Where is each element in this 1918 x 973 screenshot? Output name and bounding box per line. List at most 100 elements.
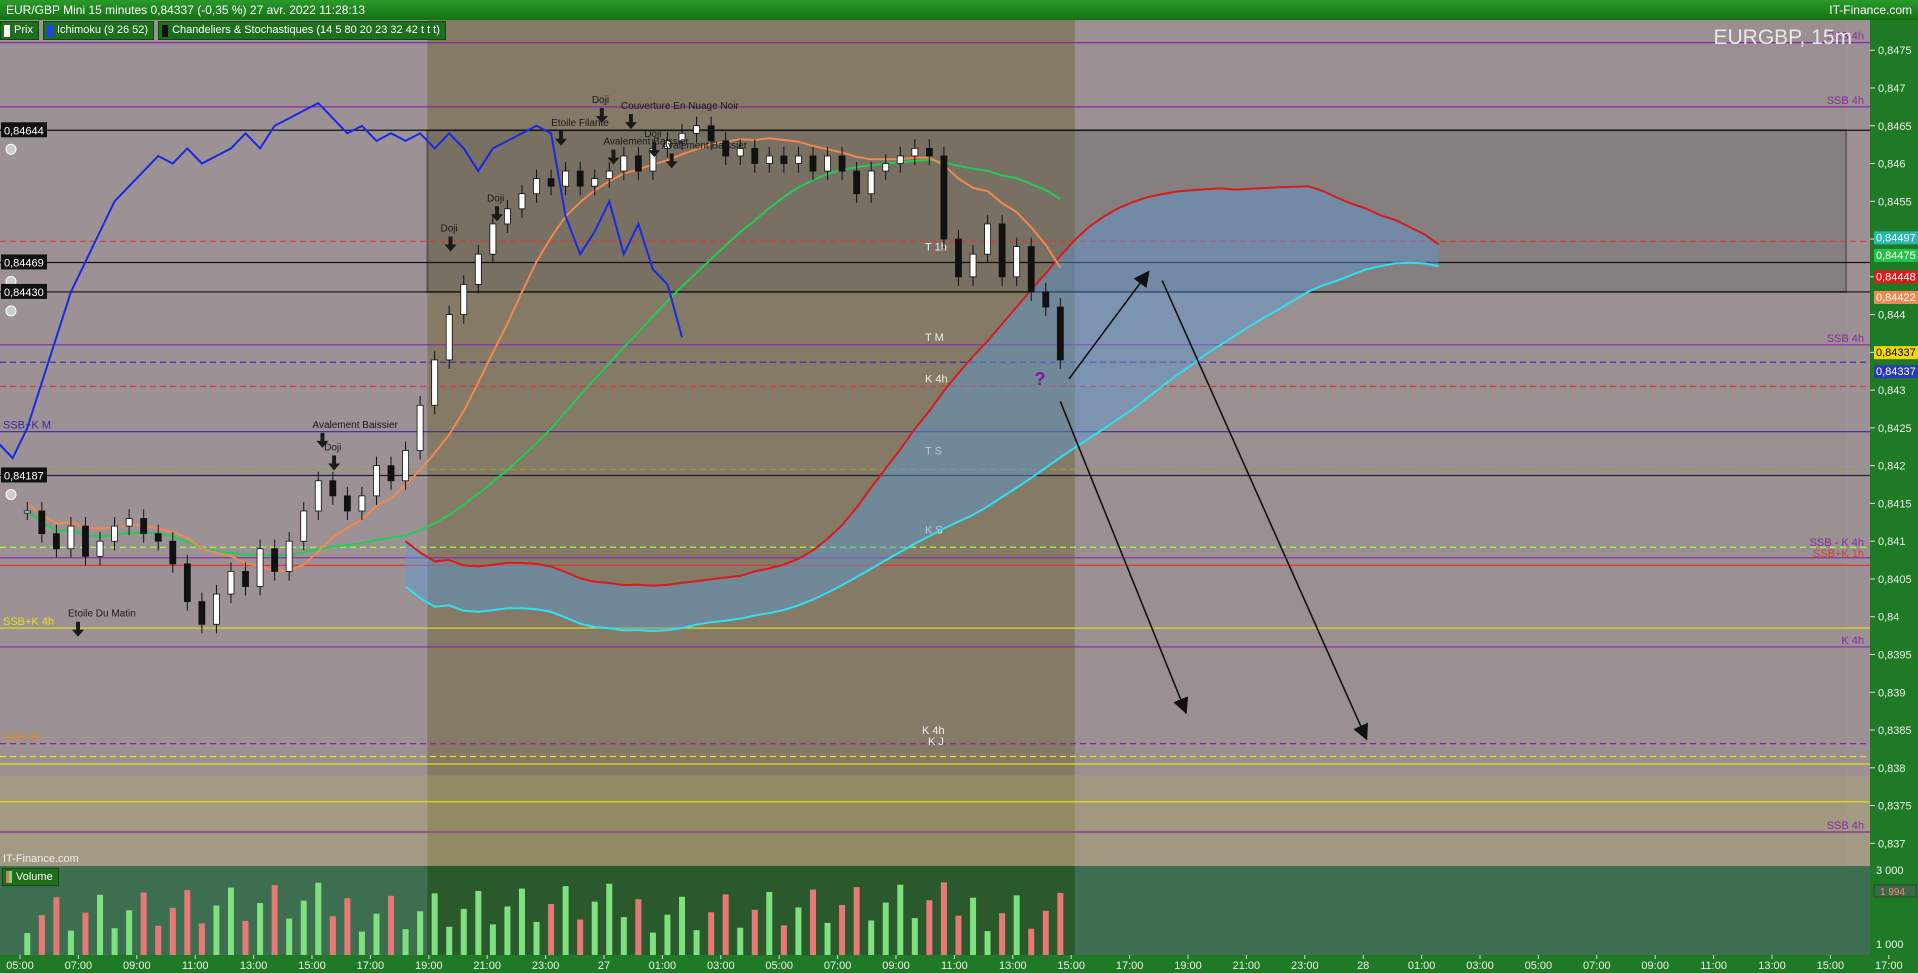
- candle-body: [474, 253, 482, 285]
- volume-bar: [562, 886, 569, 955]
- volume-bar: [751, 909, 758, 955]
- pattern-label: Etoile Du Matin: [68, 609, 136, 620]
- candle-body: [969, 253, 977, 278]
- candle-body: [693, 125, 700, 134]
- candle-body: [925, 148, 933, 157]
- legend-item-candles-stoch[interactable]: Chandeliers & Stochastiques (14 5 80 20 …: [158, 21, 446, 40]
- candle-body: [445, 314, 453, 361]
- pattern-label: Couverture En Nuage Noir: [621, 101, 740, 112]
- volume-bar: [140, 892, 147, 955]
- level-label: SSB 4h: [3, 732, 40, 744]
- price-tick-label: 0,8395: [1878, 650, 1912, 662]
- time-tick-label: 05:00: [1525, 960, 1553, 972]
- time-tick-label: 11:00: [941, 960, 968, 972]
- candle-body: [67, 525, 75, 550]
- price-tick-label: 0,843: [1878, 385, 1906, 397]
- time-tick-label: 15:00: [1817, 960, 1845, 972]
- volume-bar: [271, 885, 278, 955]
- volume-legend-label: Volume: [16, 871, 53, 883]
- candle-body: [125, 518, 133, 527]
- volume-bar: [286, 918, 293, 955]
- candle-body: [751, 148, 759, 164]
- volume-bar: [839, 905, 846, 955]
- candle-body: [38, 510, 46, 535]
- candle-body: [1042, 291, 1050, 308]
- candle-body: [562, 170, 570, 187]
- price-marker-label: 0,84337: [1876, 347, 1916, 359]
- time-tick-label: 03:00: [707, 960, 735, 972]
- time-tick-label: 09:00: [1641, 960, 1669, 972]
- candle-body: [780, 155, 788, 164]
- brand-link[interactable]: IT-Finance.com: [1829, 0, 1912, 20]
- candle-body: [387, 465, 395, 482]
- price-marker-label: 0,84475: [1876, 250, 1916, 262]
- cloud-level-label: T M: [925, 332, 944, 344]
- time-tick-label: 21:00: [473, 960, 501, 972]
- time-tick-label: 11:00: [182, 960, 209, 972]
- volume-bar: [431, 893, 438, 955]
- volume-bar: [38, 915, 45, 955]
- pattern-label: Avalement Baissier: [312, 420, 398, 431]
- volume-legend[interactable]: Volume: [2, 868, 59, 886]
- price-marker-label: 0,84497: [1876, 232, 1916, 244]
- left-price-label: 0,84469: [4, 257, 44, 269]
- volume-marker-label: 1 994: [1880, 887, 1905, 898]
- time-tick-label: 13:00: [240, 960, 268, 972]
- time-tick-label: 01:00: [649, 960, 677, 972]
- candle-body: [998, 223, 1006, 278]
- volume-bar: [388, 895, 395, 955]
- time-tick-label: 17:00: [357, 960, 385, 972]
- volume-bar: [402, 929, 409, 955]
- volume-bar: [489, 924, 496, 955]
- candle-body: [431, 359, 439, 406]
- candle-body: [634, 155, 642, 172]
- candle-body: [373, 465, 380, 497]
- legend-item-price[interactable]: Prix: [0, 21, 39, 40]
- volume-bar: [460, 908, 467, 955]
- volume-bar: [999, 913, 1006, 955]
- volume-bar: [97, 894, 104, 955]
- volume-bar: [300, 900, 307, 955]
- volume-bar: [504, 906, 511, 955]
- volume-bar: [358, 931, 365, 955]
- volume-bar: [970, 897, 977, 955]
- pattern-label: Doji: [440, 224, 457, 235]
- candle-body: [838, 155, 846, 172]
- volume-bar: [737, 927, 744, 955]
- candle-body: [329, 480, 337, 497]
- legend-item-ichimoku[interactable]: Ichimoku (9 26 52): [42, 21, 155, 40]
- time-tick-label: 21:00: [1233, 960, 1261, 972]
- volume-bar: [548, 904, 555, 955]
- volume-bar: [184, 889, 191, 955]
- time-tick-label: 07:00: [1583, 960, 1611, 972]
- volume-bar: [926, 900, 933, 955]
- candle-body: [620, 155, 628, 172]
- cloud-level-label: K 4h: [925, 374, 948, 386]
- time-tick-label: 28: [1357, 960, 1369, 972]
- chart-canvas[interactable]: 0,84750,8470,84650,8460,84550,8450,84450…: [0, 20, 1918, 973]
- price-tick-label: 0,844: [1878, 310, 1906, 322]
- volume-bar: [577, 919, 584, 955]
- candle-body: [576, 170, 584, 187]
- level-label: SSB 4h: [1827, 95, 1864, 107]
- candle-body: [227, 571, 235, 595]
- time-tick-label: 01:00: [1408, 960, 1436, 972]
- legend-swatch: [4, 24, 10, 37]
- time-tick-label: 17:00: [1116, 960, 1144, 972]
- candle-body: [154, 533, 162, 542]
- candle-body: [547, 178, 555, 187]
- candle-body: [882, 163, 890, 172]
- volume-bar: [766, 891, 773, 955]
- volume-bar: [242, 920, 249, 955]
- time-tick-label: 19:00: [1174, 960, 1202, 972]
- volume-bar: [853, 887, 860, 955]
- candle-body: [111, 525, 118, 542]
- volume-bar: [940, 882, 947, 955]
- volume-bar: [315, 882, 322, 955]
- price-marker-label: 0,84422: [1876, 292, 1916, 304]
- candle-body: [23, 510, 31, 514]
- candle-body: [343, 495, 351, 512]
- support-zone: [0, 775, 1870, 866]
- price-tick-label: 0,837: [1878, 838, 1906, 850]
- volume-bar: [955, 915, 962, 955]
